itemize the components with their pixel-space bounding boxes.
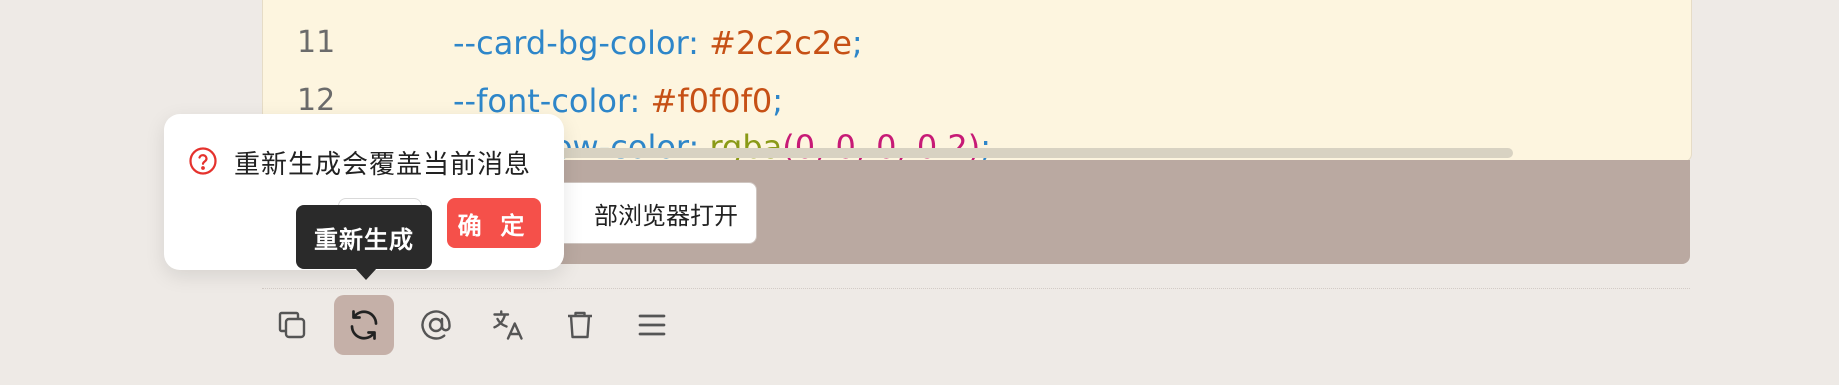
confirm-button[interactable]: 确 定 (447, 198, 541, 248)
horizontal-scrollbar[interactable] (453, 148, 1513, 158)
trash-icon (568, 311, 592, 339)
css-value: #f0f0f0 (650, 82, 773, 120)
translate-icon (493, 310, 523, 340)
code-text: --card-bg-color: #2c2c2e; (453, 24, 863, 62)
menu-icon (638, 314, 666, 336)
regenerate-tooltip: 重新生成 (296, 205, 432, 269)
copy-icon (278, 311, 306, 339)
popconfirm-message: 重新生成会覆盖当前消息 (234, 149, 532, 179)
line-number: 11 (297, 25, 336, 60)
translate-button[interactable] (478, 295, 538, 355)
css-property: --card-bg-color (453, 24, 689, 62)
refresh-icon (350, 310, 378, 340)
css-value: #2c2c2e (709, 24, 852, 62)
tooltip-arrow (355, 268, 377, 280)
more-button[interactable] (622, 295, 682, 355)
question-circle-icon (189, 147, 217, 175)
mention-button[interactable] (406, 295, 466, 355)
copy-button[interactable] (262, 295, 322, 355)
open-in-browser-button[interactable]: 部浏览器打开 (535, 182, 757, 244)
delete-button[interactable] (550, 295, 610, 355)
divider (262, 288, 1690, 289)
regenerate-button[interactable] (334, 295, 394, 355)
at-icon (421, 310, 451, 340)
